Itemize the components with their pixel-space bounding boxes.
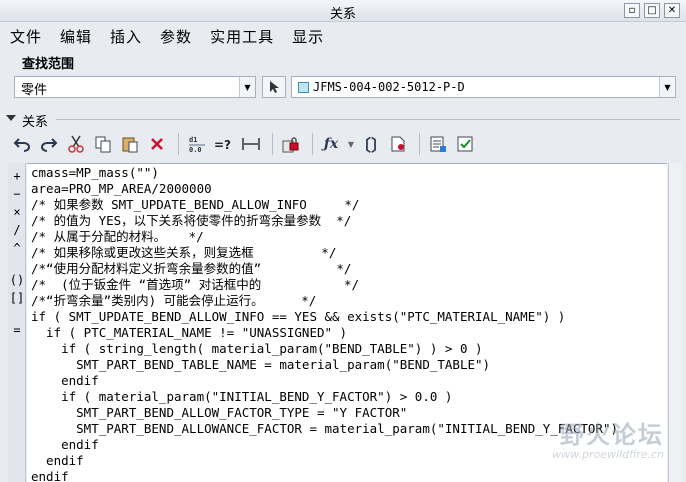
chevron-down-icon[interactable]: ▼ <box>239 77 255 97</box>
code-line: endif <box>31 453 84 468</box>
menu-bar: 文件 编辑 插入 参数 实用工具 显示 <box>0 22 686 50</box>
sort-icon <box>391 136 405 152</box>
dimension-button[interactable] <box>239 132 263 156</box>
lock-icon <box>282 137 299 153</box>
undo-button[interactable] <box>10 132 34 156</box>
relations-section-label: 关系 <box>22 115 49 130</box>
menu-file[interactable]: 文件 <box>10 26 42 47</box>
code-line: /* 如果参数 SMT_UPDATE_BEND_ALLOW_INFO */ <box>31 197 360 212</box>
window-controls: ▫ □ ✕ <box>624 3 680 18</box>
menu-parameters[interactable]: 参数 <box>160 26 192 47</box>
object-type-select[interactable]: 零件 ▼ <box>14 76 256 98</box>
watermark-logo: 野火论坛 <box>560 421 664 449</box>
cut-button[interactable] <box>64 132 88 156</box>
undo-icon <box>13 138 30 152</box>
collapse-triangle-icon[interactable] <box>6 115 16 121</box>
operator-strip: + − × / ^ () [] = <box>8 163 26 482</box>
multiply-operator-button[interactable]: × <box>8 203 26 221</box>
redo-icon <box>41 138 58 152</box>
maximize-button[interactable]: □ <box>644 3 660 18</box>
check-button[interactable] <box>453 132 477 156</box>
evaluate-icon: d10.0 <box>189 136 205 154</box>
lookup-scope-section: 查找范围 零件 ▼ JFMS-004-002-5012-P-D ▼ <box>8 52 678 108</box>
vertical-scrollbar[interactable] <box>668 163 682 482</box>
verify-icon: =? <box>214 138 231 152</box>
lookup-scope-heading: 查找范围 <box>22 57 75 72</box>
redo-button[interactable] <box>37 132 61 156</box>
insert-button[interactable] <box>426 132 450 156</box>
dimension-icon <box>242 138 260 150</box>
brackets-button[interactable]: 〔〕 <box>355 132 387 156</box>
watermark: 野火论坛 www.proewildfire.cn <box>552 415 664 461</box>
code-line: SMT_PART_BEND_ALLOW_FACTOR_TYPE = "Y FAC… <box>31 405 408 420</box>
cut-icon <box>68 135 84 153</box>
sort-button[interactable] <box>386 132 410 156</box>
code-line: /* 从属于分配的材料。 */ <box>31 229 204 244</box>
parentheses-button[interactable]: () <box>8 271 26 289</box>
copy-icon <box>95 136 111 153</box>
function-button[interactable]: ƒx <box>319 132 343 156</box>
relations-toolbar: d1 0.0 =? ƒx ▼ 〔〕 <box>10 130 676 158</box>
code-line: if ( SMT_UPDATE_BEND_ALLOW_INFO == YES &… <box>31 309 566 324</box>
code-line: if ( string_length( material_param("BEND… <box>31 341 483 356</box>
check-icon <box>457 136 473 152</box>
code-line: /*“使用分配材料定义折弯余量参数的值” */ <box>31 261 352 276</box>
code-line: area=PRO_MP_AREA/2000000 <box>31 181 212 196</box>
watermark-url: www.proewildfire.cn <box>552 448 664 461</box>
code-line: /* 的值为 YES，以下关系将使零件的折弯余量参数 */ <box>31 213 352 228</box>
plus-operator-button[interactable]: + <box>8 167 26 185</box>
section-divider <box>56 119 680 120</box>
menu-display[interactable]: 显示 <box>292 26 324 47</box>
svg-text:0.0: 0.0 <box>189 146 202 154</box>
select-model-button[interactable] <box>262 76 286 98</box>
model-select[interactable]: JFMS-004-002-5012-P-D ▼ <box>291 76 676 98</box>
paste-button[interactable] <box>118 132 142 156</box>
minus-operator-button[interactable]: − <box>8 185 26 203</box>
part-icon <box>298 82 309 93</box>
code-line: /*“折弯余量”类别内) 可能会停止运行。 */ <box>31 293 317 308</box>
code-line: endif <box>31 437 99 452</box>
delete-icon <box>151 138 163 150</box>
code-line: /* 如果移除或更改这些关系，则复选框 */ <box>31 245 337 260</box>
code-line: SMT_PART_BEND_ALLOWANCE_FACTOR = materia… <box>31 421 618 436</box>
equals-operator-button[interactable]: = <box>8 321 26 339</box>
code-line: SMT_PART_BEND_TABLE_NAME = material_para… <box>31 357 491 372</box>
menu-utilities[interactable]: 实用工具 <box>210 26 274 47</box>
power-operator-button[interactable]: ^ <box>8 239 26 257</box>
insert-icon <box>430 136 446 152</box>
code-line: /* (位于钣金件 “首选项” 对话框中的 */ <box>31 277 360 292</box>
evaluate-button[interactable]: d1 0.0 <box>185 132 209 156</box>
square-brackets-button[interactable]: [] <box>8 289 26 307</box>
paste-icon <box>122 137 138 153</box>
pointer-icon <box>270 81 279 93</box>
code-line: endif <box>31 469 69 482</box>
copy-button[interactable] <box>91 132 115 156</box>
svg-text:=?: =? <box>214 138 231 152</box>
relations-section-header[interactable]: 关系 <box>0 110 686 130</box>
title-bar: 关系 ▫ □ ✕ <box>0 0 686 22</box>
divide-operator-button[interactable]: / <box>8 221 26 239</box>
toolbar-separator <box>312 133 313 155</box>
minimize-button[interactable]: ▫ <box>624 3 640 18</box>
svg-text:d1: d1 <box>189 136 197 144</box>
toolbar-separator <box>419 133 420 155</box>
toolbar-separator <box>178 133 179 155</box>
close-button[interactable]: ✕ <box>664 3 680 18</box>
toolbar-separator <box>272 133 273 155</box>
verify-button[interactable]: =? <box>212 132 236 156</box>
code-line: endif <box>31 373 99 388</box>
menu-insert[interactable]: 插入 <box>110 26 142 47</box>
window-title: 关系 <box>329 7 356 22</box>
code-line: if ( PTC_MATERIAL_NAME != "UNASSIGNED" ) <box>31 325 348 340</box>
code-line: if ( material_param("INITIAL_BEND_Y_FACT… <box>31 389 453 404</box>
chevron-down-icon[interactable]: ▼ <box>659 77 675 97</box>
menu-edit[interactable]: 编辑 <box>60 26 92 47</box>
code-line: cmass=MP_mass("") <box>31 165 159 180</box>
model-name-value: JFMS-004-002-5012-P-D <box>313 80 465 94</box>
delete-button[interactable] <box>145 132 169 156</box>
lock-button[interactable] <box>279 132 303 156</box>
object-type-value: 零件 <box>21 83 48 98</box>
